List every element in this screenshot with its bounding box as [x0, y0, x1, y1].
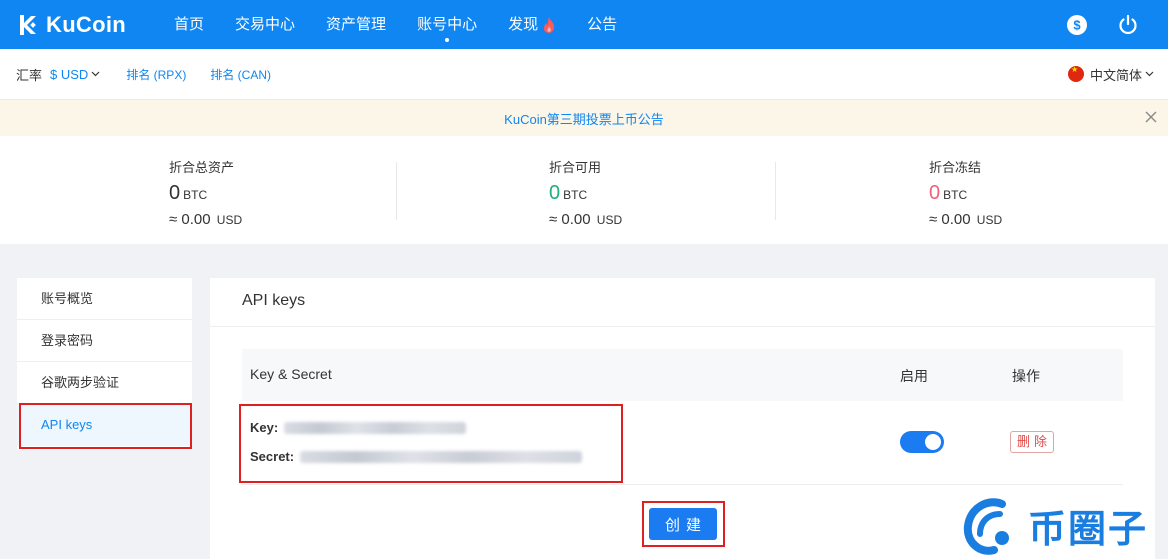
api-secret-value-redacted [300, 450, 583, 463]
asset-amount-value: 0 [929, 182, 941, 204]
asset-summary: 折合总资产 0 BTC ≈ 0.00 USD 折合可用 0 BTC ≈ 0.00 U… [0, 136, 1168, 244]
column-header-actions: 操作 [1012, 368, 1040, 384]
asset-title: 折合冻结 [929, 160, 982, 175]
asset-usd-value: ≈ 0.00 [929, 211, 971, 228]
asset-amount-unit: BTC [563, 188, 588, 202]
create-button[interactable]: 创建 [649, 508, 717, 540]
nav-label: 交易中心 [235, 15, 296, 33]
nav-label: 首页 [174, 15, 205, 33]
nav-item-trade[interactable]: 交易中心 [235, 0, 295, 49]
divider [775, 162, 776, 220]
power-icon[interactable] [1117, 14, 1139, 36]
api-key-field: Key: [250, 420, 467, 435]
currency-value: $ USD [50, 66, 89, 82]
sidebar-item-label: 账号概览 [41, 291, 94, 306]
secret-label: Secret: [250, 449, 295, 464]
nav-label: 发现 [508, 15, 539, 33]
asset-usd: ≈ 0.00 USD [169, 211, 242, 228]
china-flag-icon [1067, 66, 1084, 82]
sidebar-item-label: 登录密码 [41, 333, 94, 348]
announcement-link[interactable]: KuCoin第三期投票上币公告 [504, 109, 664, 128]
sub-toolbar: 汇率 $ USD 排名 (RPX) 排名 (CAN) 中文简体 [0, 49, 1168, 99]
rank-can-link[interactable]: 排名 (CAN) [210, 66, 271, 83]
account-sidebar: 账号概览 登录密码 谷歌两步验证 API keys [17, 278, 192, 450]
asset-usd-value: ≈ 0.00 [169, 211, 211, 228]
asset-usd-value: ≈ 0.00 [549, 211, 591, 228]
asset-frozen: 折合冻结 0 BTC ≈ 0.00 USD [929, 157, 1002, 228]
main-nav: 首页 交易中心 资产管理 账号中心 发现 公告 [174, 0, 648, 49]
column-header-enabled: 启用 [900, 368, 928, 384]
nav-label: 账号中心 [417, 15, 478, 33]
toggle-knob [925, 434, 941, 450]
watermark-logo-icon [963, 497, 1009, 555]
language-select[interactable]: 中文简体 [1067, 49, 1154, 99]
chevron-down-icon [1145, 71, 1154, 77]
asset-usd-unit: USD [976, 213, 1003, 227]
nav-label: 资产管理 [326, 15, 387, 33]
page-title: API keys [242, 292, 306, 309]
sidebar-item-label: API keys [41, 417, 93, 432]
nav-item-announcements[interactable]: 公告 [587, 0, 617, 49]
asset-title: 折合总资产 [169, 160, 235, 175]
watermark: 币圈子 [958, 492, 1168, 559]
divider [210, 326, 1155, 327]
fire-icon [542, 16, 556, 33]
key-label: Key: [250, 420, 279, 435]
asset-amount: 0 BTC [169, 182, 242, 206]
nav-right-actions: $ [1066, 0, 1168, 49]
asset-usd-unit: USD [596, 213, 623, 227]
currency-select[interactable]: $ USD [50, 67, 100, 82]
asset-usd: ≈ 0.00 USD [549, 211, 622, 228]
nav-item-home[interactable]: 首页 [174, 0, 204, 49]
divider [396, 162, 397, 220]
brand-name: KuCoin [46, 11, 127, 37]
api-secret-field: Secret: [250, 449, 583, 464]
delete-button[interactable]: 删除 [1010, 431, 1055, 453]
exchange-rate-label: 汇率 [16, 67, 43, 83]
kucoin-logo[interactable]: KuCoin [16, 12, 126, 38]
asset-amount-value: 0 [169, 182, 181, 204]
asset-title: 折合可用 [549, 160, 602, 175]
sidebar-item-login-password[interactable]: 登录密码 [17, 320, 192, 362]
asset-usd-unit: USD [216, 213, 243, 227]
nav-item-assets[interactable]: 资产管理 [326, 0, 386, 49]
chevron-down-icon [91, 71, 100, 77]
announcement-banner: KuCoin第三期投票上币公告 [0, 99, 1168, 136]
sidebar-item-label: 谷歌两步验证 [41, 375, 120, 390]
rank-rpx-link[interactable]: 排名 (RPX) [126, 66, 186, 83]
language-value: 中文简体 [1089, 67, 1142, 83]
asset-amount-unit: BTC [943, 188, 968, 202]
table-header: Key & Secret 启用 操作 [242, 349, 1123, 401]
asset-amount: 0 BTC [549, 182, 622, 206]
asset-total: 折合总资产 0 BTC ≈ 0.00 USD [169, 157, 242, 228]
svg-text:$: $ [1073, 17, 1081, 32]
nav-label: 公告 [587, 15, 618, 33]
dollar-icon[interactable]: $ [1066, 14, 1088, 36]
kucoin-logo-icon [20, 14, 36, 35]
asset-amount-unit: BTC [183, 188, 208, 202]
asset-available: 折合可用 0 BTC ≈ 0.00 USD [549, 157, 622, 228]
sidebar-item-api-keys[interactable]: API keys [17, 404, 192, 446]
asset-amount-value: 0 [549, 182, 561, 204]
api-key-value-redacted [284, 421, 467, 434]
asset-usd: ≈ 0.00 USD [929, 211, 1002, 228]
sidebar-item-google-2fa[interactable]: 谷歌两步验证 [17, 362, 192, 404]
enable-toggle[interactable] [900, 431, 944, 453]
table-row: Key: Secret: 删除 [242, 401, 1123, 485]
column-header-key-secret: Key & Secret [250, 366, 332, 382]
nav-item-discover[interactable]: 发现 [508, 0, 556, 49]
top-navbar: KuCoin 首页 交易中心 资产管理 账号中心 发现 公告 $ [0, 0, 1168, 49]
close-icon[interactable] [1144, 110, 1158, 124]
asset-amount: 0 BTC [929, 182, 1002, 206]
nav-item-account[interactable]: 账号中心 [417, 0, 477, 49]
watermark-text: 币圈子 [1028, 509, 1149, 551]
sidebar-item-overview[interactable]: 账号概览 [17, 278, 192, 320]
